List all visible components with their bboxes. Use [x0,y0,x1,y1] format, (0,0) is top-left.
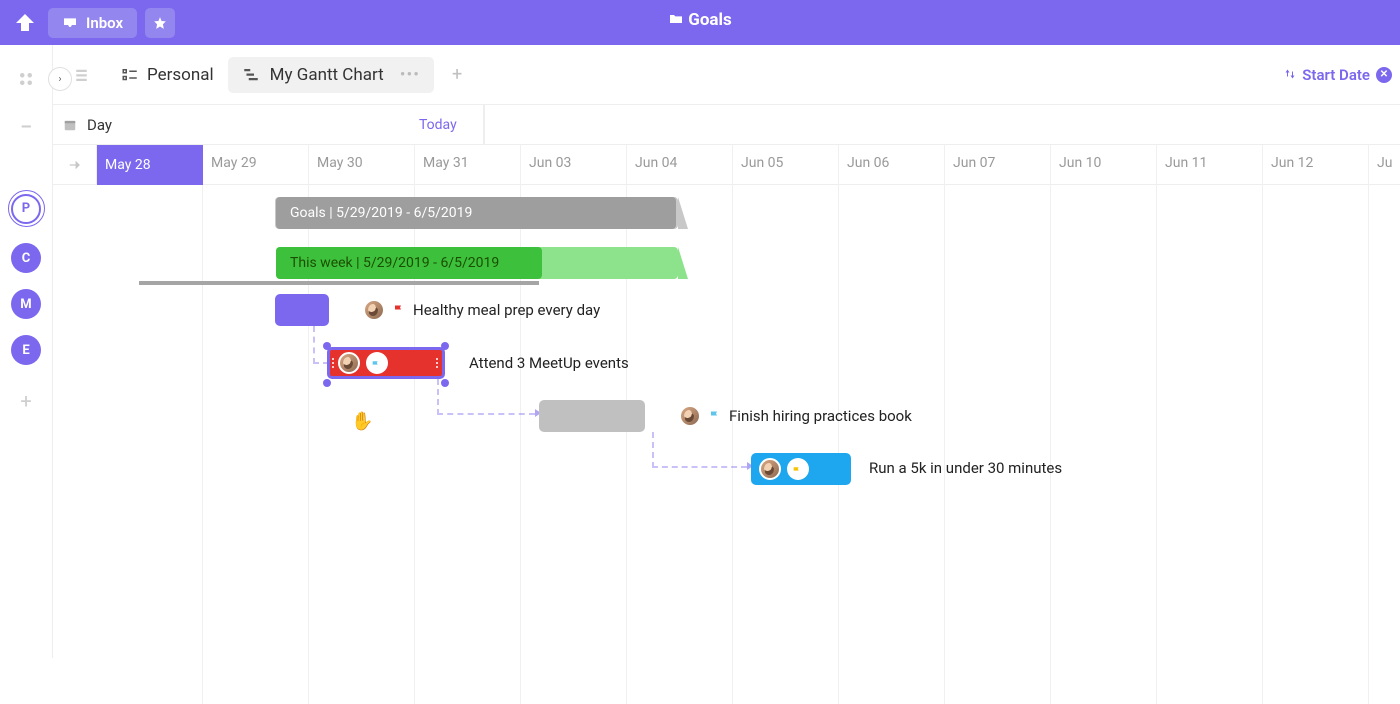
task-label-meal[interactable]: Healthy meal prep every day [413,301,600,319]
app-logo-icon[interactable] [10,8,40,38]
task-label-run5k[interactable]: Run a 5k in under 30 minutes [869,459,1062,477]
page-title: Goals [688,10,732,30]
view-options-icon[interactable]: ••• [400,65,420,85]
resize-handle-left[interactable] [332,354,336,372]
list-icon [121,66,139,84]
dependency-node[interactable] [441,379,449,387]
space-badge-c[interactable]: C [11,243,41,273]
assignee-avatar[interactable] [759,458,781,480]
inbox-button[interactable]: Inbox [48,8,137,38]
task-bar-hiring[interactable] [539,400,645,432]
expand-sidebar-icon[interactable]: › [48,67,72,91]
flag-icon [709,409,721,423]
group-bar-goals[interactable]: Goals | 5/29/2019 - 6/5/2019 [276,197,676,229]
task-label-meetup[interactable]: Attend 3 MeetUp events [469,354,629,372]
flag-icon [393,303,405,317]
collapse-icon[interactable]: – [20,117,31,138]
assignee-avatar[interactable] [338,352,360,374]
clear-sort-icon[interactable]: ✕ [1376,67,1392,83]
inbox-label: Inbox [86,14,123,32]
resize-handle-right[interactable] [436,354,440,372]
date-column-header[interactable]: Ju [1369,155,1400,171]
space-badge-e[interactable]: E [11,335,41,365]
space-badge-m[interactable]: M [11,289,41,319]
assignee-avatar[interactable] [679,405,701,427]
flag-badge [366,352,388,374]
date-column-header[interactable]: May 28 [97,145,203,185]
flag-badge [787,458,809,480]
date-column-header[interactable]: Jun 07 [945,155,1051,171]
dependency-node[interactable] [323,342,331,350]
gantt-icon [242,66,260,84]
date-column-header[interactable]: May 29 [203,155,309,171]
date-column-header[interactable]: Jun 12 [1263,155,1369,171]
task-bar-run5k[interactable] [751,453,851,485]
folder-icon [668,11,684,27]
assignee-avatar[interactable] [363,299,385,321]
spaces-icon[interactable] [16,69,36,89]
favorites-button[interactable] [145,8,175,38]
date-column-header[interactable]: May 30 [309,155,415,171]
date-column-header[interactable]: Jun 03 [521,155,627,171]
grab-cursor-icon: ✋ [351,411,373,432]
today-link[interactable]: Today [419,117,457,133]
dependency-node[interactable] [441,342,449,350]
space-badge-p[interactable]: P [8,190,45,227]
scroll-left-icon[interactable] [53,145,97,184]
tab-personal[interactable]: Personal [121,65,214,85]
add-view-icon[interactable]: + [452,64,462,85]
progress-indicator [139,281,539,285]
star-icon [153,16,167,30]
date-column-header[interactable]: Jun 11 [1157,155,1263,171]
inbox-icon [62,15,78,31]
tab-gantt-chart[interactable]: My Gantt Chart ••• [228,57,434,93]
task-bar-meal-prep[interactable] [275,294,329,326]
date-column-header[interactable]: Jun 04 [627,155,733,171]
sort-icon [1284,66,1296,84]
add-space-icon[interactable]: + [20,389,31,413]
date-column-header[interactable]: May 31 [415,155,521,171]
hierarchy-icon[interactable] [73,65,93,85]
group-bar-this-week[interactable]: This week | 5/29/2019 - 6/5/2019 [276,247,542,279]
sort-by-start-date[interactable]: Start Date ✕ [1284,66,1392,84]
task-bar-meetup[interactable] [327,347,445,379]
date-column-header[interactable]: Jun 10 [1051,155,1157,171]
date-column-header[interactable]: Jun 05 [733,155,839,171]
task-label-hiring[interactable]: Finish hiring practices book [729,407,912,425]
date-column-header[interactable]: Jun 06 [839,155,945,171]
timescale-selector[interactable]: Day [63,116,112,134]
calendar-icon [63,118,77,132]
dependency-node[interactable] [323,379,331,387]
